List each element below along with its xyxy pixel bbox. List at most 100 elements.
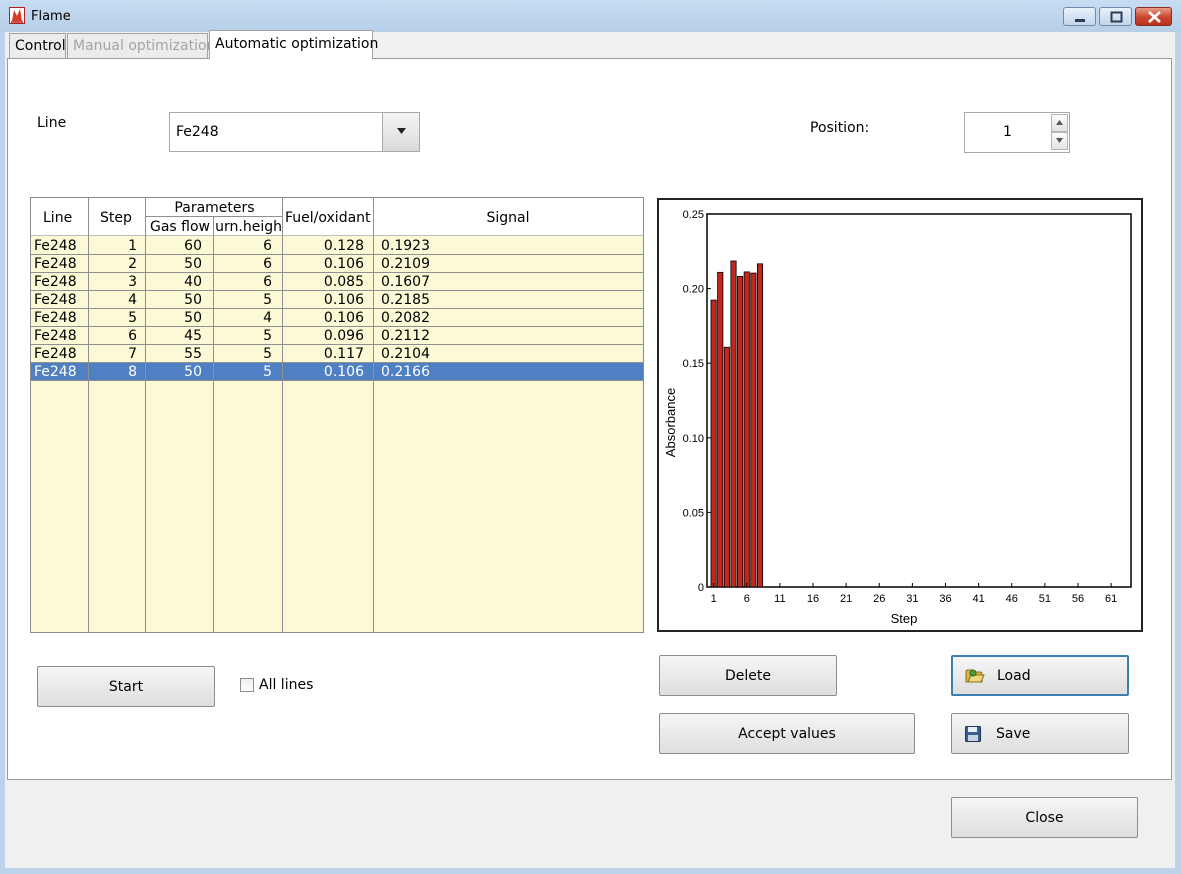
tab-control[interactable]: Control	[9, 33, 66, 58]
column-header-parameters: Parameters	[174, 200, 255, 216]
chart-bar	[750, 272, 757, 588]
save-button-label: Save	[996, 725, 1031, 742]
cell-burn-height: 6	[263, 256, 272, 272]
table-row[interactable]: Fe248 5 50 4 0.106 0.2082	[31, 309, 643, 327]
cell-fuel-oxidant: 0.106	[323, 310, 364, 326]
absorbance-chart: 0 0.05 0.10 0.15 0.20 0.25 1 6 11 16 21 26 31 36 41 46 5…	[657, 198, 1143, 632]
cell-gas-flow: 45	[184, 328, 202, 344]
accept-values-button[interactable]: Accept values	[659, 713, 915, 754]
cell-burn-height: 6	[263, 238, 272, 254]
floppy-disk-icon	[965, 726, 981, 742]
cell-gas-flow: 60	[184, 238, 202, 254]
grid-column-divider	[282, 198, 283, 632]
close-window-button[interactable]	[1135, 7, 1172, 26]
x-axis-label: Step	[891, 611, 918, 626]
y-axis-label: Absorbance	[663, 388, 678, 457]
table-row[interactable]: Fe248 2 50 6 0.106 0.2109	[31, 255, 643, 273]
x-tick-label: 6	[744, 593, 750, 605]
cell-signal: 0.2166	[381, 364, 430, 380]
table-row[interactable]: Fe248 3 40 6 0.085 0.1607	[31, 273, 643, 291]
x-tick-label: 61	[1105, 593, 1117, 605]
close-button[interactable]: Close	[951, 797, 1138, 838]
cell-signal: 0.1607	[381, 274, 430, 290]
table-row[interactable]: Fe248 8 50 5 0.106 0.2166	[31, 363, 643, 381]
x-tick-label: 1	[711, 593, 717, 605]
cell-fuel-oxidant: 0.085	[323, 274, 364, 290]
table-row[interactable]: Fe248 6 45 5 0.096 0.2112	[31, 327, 643, 345]
position-label: Position:	[810, 120, 870, 136]
grid-column-divider	[373, 198, 374, 632]
column-header-line[interactable]: Line	[43, 210, 72, 226]
load-button-label: Load	[997, 667, 1031, 684]
chart-canvas: 00.050.100.150.200.251 6 11 16 21 26 31 36 41 46 5…	[663, 209, 1132, 626]
maximize-button[interactable]	[1099, 7, 1132, 26]
x-tick-label: 11	[774, 593, 785, 605]
delete-button-label: Delete	[725, 667, 771, 684]
all-lines-checkbox[interactable]	[240, 678, 254, 692]
cell-step: 8	[128, 364, 137, 380]
x-tick-label: 56	[1072, 593, 1084, 605]
load-button[interactable]: Load	[951, 655, 1129, 696]
minimize-icon	[1075, 19, 1085, 22]
x-tick-label: 51	[1039, 593, 1051, 605]
all-lines-label[interactable]: All lines	[259, 677, 313, 693]
chart-bar	[737, 275, 744, 588]
cell-fuel-oxidant: 0.106	[323, 256, 364, 272]
cell-burn-height: 5	[263, 328, 272, 344]
position-value[interactable]: 1	[964, 124, 1051, 140]
cell-line: Fe248	[34, 238, 77, 254]
y-tick-label: 0.10	[683, 433, 704, 445]
chevron-down-icon	[397, 128, 406, 134]
cell-burn-height: 5	[263, 292, 272, 308]
tab-manual-optimization: Manual optimization	[67, 33, 215, 58]
start-button-label: Start	[108, 678, 144, 695]
cell-line: Fe248	[34, 274, 77, 290]
position-decrement-button[interactable]	[1051, 132, 1068, 150]
y-tick-label: 0.15	[683, 358, 704, 370]
tab-automatic-optimization[interactable]: Automatic optimization	[209, 30, 378, 59]
parameters-divider	[146, 216, 283, 217]
cell-step: 2	[128, 256, 137, 272]
cell-signal: 0.2082	[381, 310, 430, 326]
cell-signal: 0.2185	[381, 292, 430, 308]
table-row[interactable]: Fe248 4 50 5 0.106 0.2185	[31, 291, 643, 309]
cell-line: Fe248	[34, 256, 77, 272]
row-divider	[31, 380, 643, 381]
grid-column-divider	[88, 198, 89, 632]
cell-burn-height: 5	[263, 346, 272, 362]
y-tick-label: 0.20	[683, 284, 704, 296]
delete-button[interactable]: Delete	[659, 655, 837, 696]
cell-fuel-oxidant: 0.096	[323, 328, 364, 344]
cell-step: 4	[128, 292, 137, 308]
column-header-signal[interactable]: Signal	[374, 210, 642, 226]
cell-gas-flow: 55	[184, 346, 202, 362]
position-increment-button[interactable]	[1051, 114, 1068, 132]
cell-step: 6	[128, 328, 137, 344]
x-tick-label: 21	[840, 593, 852, 605]
cell-line: Fe248	[34, 292, 77, 308]
column-header-step[interactable]: Step	[100, 210, 132, 226]
chart-bar	[756, 263, 764, 588]
minimize-button[interactable]	[1063, 7, 1096, 26]
column-header-gas-flow[interactable]: Gas flow	[150, 219, 212, 235]
start-button[interactable]: Start	[37, 666, 215, 707]
line-dropdown-button[interactable]	[382, 113, 419, 151]
save-button[interactable]: Save	[951, 713, 1129, 754]
cell-fuel-oxidant: 0.117	[323, 346, 364, 362]
chart-bar	[710, 299, 717, 588]
cell-burn-height: 6	[263, 274, 272, 290]
y-tick-label: 0.25	[683, 209, 704, 221]
column-header-fuel-oxidant[interactable]: Fuel/oxidant	[285, 210, 371, 226]
cell-gas-flow: 50	[184, 292, 202, 308]
cell-line: Fe248	[34, 328, 77, 344]
line-label: Line	[37, 115, 67, 131]
column-header-burner-height[interactable]: Burn.heigh	[215, 219, 282, 235]
chart-bar	[730, 260, 737, 588]
flame-app-icon	[9, 7, 25, 24]
table-row[interactable]: Fe248 1 60 6 0.128 0.1923	[31, 237, 643, 255]
arrow-down-icon	[1056, 138, 1063, 143]
table-row[interactable]: Fe248 7 55 5 0.117 0.2104	[31, 345, 643, 363]
title-bar[interactable]	[0, 0, 1181, 32]
cell-step: 1	[128, 238, 137, 254]
plot-area	[706, 213, 1132, 588]
